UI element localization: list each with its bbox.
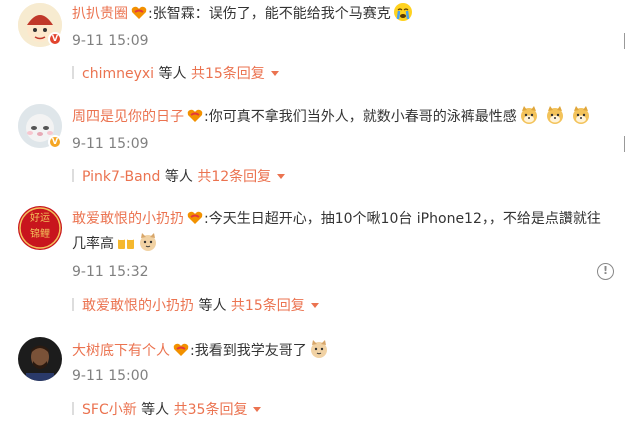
- comment-time: 9-11 15:32: [72, 264, 149, 280]
- cat-emoji-icon: [140, 233, 156, 251]
- comment-text-line2: 几率高: [72, 232, 631, 255]
- reply-mid-text: 等人: [158, 66, 187, 82]
- reply-count-link[interactable]: 共12条回复: [197, 169, 271, 185]
- comment-username[interactable]: 扒扒贵圈: [72, 6, 128, 22]
- doge-emoji-icon: [546, 106, 563, 124]
- reply-summary[interactable]: chimneyxi 等人 共15条回复: [72, 64, 279, 84]
- comment-item: 好运 锦鲤 敢爱敢恨的小扔扔 :今天生日超开心，抽10个啾10台 iPhone12…: [0, 200, 631, 330]
- more-options-icon[interactable]: [624, 33, 631, 49]
- fan-medal-icon: [131, 6, 147, 19]
- fan-medal-icon: [173, 343, 189, 356]
- cat-emoji-icon: [310, 340, 327, 358]
- comment-item: 大树底下有个人 :我看到我学友哥了 9-11 15:00 SFC小新 等人 共35…: [0, 332, 631, 424]
- comment-time: 9-11 15:09: [72, 136, 149, 152]
- avatar[interactable]: [18, 337, 62, 381]
- comment-item: V 周四是见你的日子 :你可真不拿我们当外人，就数小春哥的泳裤最性感 9-11 1…: [0, 95, 631, 195]
- fan-medal-icon: [187, 109, 203, 122]
- doge-emoji-icon: [520, 106, 537, 124]
- comment-username[interactable]: 周四是见你的日子: [72, 109, 184, 125]
- reply-divider: [72, 402, 74, 415]
- comment-body: :我看到我学友哥了: [190, 343, 307, 359]
- comment-username[interactable]: 敢爱敢恨的小扔扔: [72, 211, 184, 227]
- comment-body: :张智霖：误伤了，能不能给我个马赛克: [148, 6, 391, 22]
- reply-mid-text: 等人: [198, 298, 227, 314]
- reply-username[interactable]: SFC小新: [82, 402, 137, 418]
- reply-count-link[interactable]: 共15条回复: [231, 298, 305, 314]
- reply-mid-text: 等人: [141, 402, 170, 418]
- avatar[interactable]: 好运 锦鲤: [18, 206, 62, 250]
- reply-count-link[interactable]: 共35条回复: [174, 402, 248, 418]
- avatar-text: 好运: [30, 213, 50, 224]
- comment-item: V 扒扒贵圈 :张智霖：误伤了，能不能给我个马赛克 9-11 15:09 chim…: [0, 0, 631, 95]
- comment-body: 几率高: [72, 236, 114, 252]
- chevron-down-icon[interactable]: [277, 174, 286, 179]
- comment-text: 大树底下有个人 :我看到我学友哥了: [72, 339, 631, 362]
- chevron-down-icon[interactable]: [310, 303, 319, 308]
- avatar-text: 锦鲤: [30, 229, 50, 240]
- comment-text: 扒扒贵圈 :张智霖：误伤了，能不能给我个马赛克: [72, 2, 631, 25]
- reply-username[interactable]: 敢爱敢恨的小扔扔: [82, 298, 194, 314]
- comment-time: 9-11 15:00: [72, 368, 149, 384]
- chevron-down-icon[interactable]: [270, 71, 279, 76]
- more-options-icon[interactable]: [624, 136, 631, 152]
- reply-divider: [72, 169, 74, 182]
- reply-summary[interactable]: 敢爱敢恨的小扔扔 等人 共15条回复: [72, 296, 319, 316]
- comment-text: 周四是见你的日子 :你可真不拿我们当外人，就数小春哥的泳裤最性感: [72, 105, 631, 128]
- comment-body: :你可真不拿我们当外人，就数小春哥的泳裤最性感: [204, 109, 517, 125]
- cheers-emoji-icon: [118, 237, 134, 249]
- comment-text: 敢爱敢恨的小扔扔 :今天生日超开心，抽10个啾10台 iPhone12，，不给是点…: [72, 208, 631, 230]
- comment-time: 9-11 15:09: [72, 33, 149, 49]
- comment-body: :今天生日超开心，抽10个啾10台 iPhone12，，不给是点讚就往: [204, 211, 601, 227]
- verified-badge-icon: V: [48, 135, 62, 149]
- reply-divider: [72, 66, 74, 79]
- reply-summary[interactable]: Pink7-Band 等人 共12条回复: [72, 167, 286, 187]
- chevron-down-icon[interactable]: [253, 407, 262, 412]
- reply-username[interactable]: Pink7-Band: [82, 169, 160, 185]
- reply-username[interactable]: chimneyxi: [82, 66, 154, 82]
- reply-divider: [72, 298, 74, 311]
- verified-badge-icon: V: [48, 32, 62, 46]
- doge-emoji-icon: [572, 106, 589, 124]
- report-icon[interactable]: !: [597, 263, 614, 280]
- crying-emoji-icon: [393, 3, 412, 21]
- reply-mid-text: 等人: [164, 169, 193, 185]
- reply-summary[interactable]: SFC小新 等人 共35条回复: [72, 400, 262, 420]
- comment-username[interactable]: 大树底下有个人: [72, 343, 170, 359]
- reply-count-link[interactable]: 共15条回复: [191, 66, 265, 82]
- fan-medal-icon: [187, 211, 203, 224]
